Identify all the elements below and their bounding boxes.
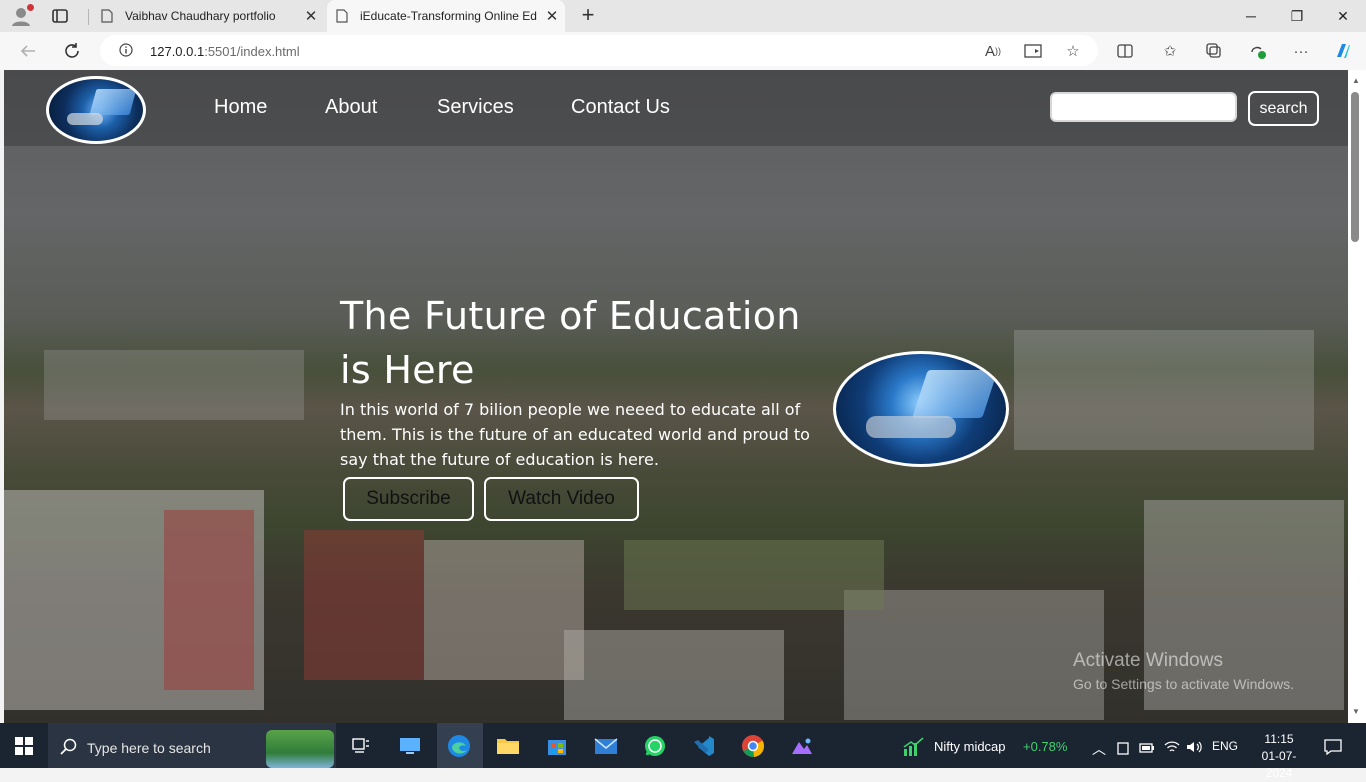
search-icon (60, 738, 77, 755)
back-button[interactable] (14, 37, 42, 65)
taskbar-app-edge[interactable] (443, 730, 475, 762)
taskbar-app-store[interactable] (541, 730, 573, 762)
scroll-down-arrow-icon[interactable]: ▼ (1351, 707, 1361, 717)
stock-change: +0.78% (1023, 739, 1068, 754)
minimize-button[interactable]: ─ (1228, 0, 1274, 32)
tab-portfolio[interactable]: Vaibhav Chaudhary portfolio ✕ (92, 0, 324, 32)
stock-name[interactable]: Nifty midcap (934, 739, 1006, 754)
start-button[interactable] (8, 730, 40, 762)
edge-icon (448, 735, 470, 757)
taskbar-app-file-explorer[interactable] (492, 730, 524, 762)
site-info-icon[interactable] (119, 43, 133, 57)
taskbar-app-mail[interactable] (590, 730, 622, 762)
search-highlight-image (266, 730, 334, 768)
tab-ieducate[interactable]: iEducate-Transforming Online Ed ✕ (327, 0, 565, 32)
tab-title: Vaibhav Chaudhary portfolio (125, 9, 276, 23)
url-path: :5501/index.html (204, 44, 300, 59)
chrome-icon (742, 735, 765, 758)
refresh-icon (65, 43, 79, 58)
hero-title: The Future of Education is Here (340, 294, 801, 392)
nav-home[interactable]: Home (214, 96, 267, 119)
hero-description: In this world of 7 bilion people we neee… (340, 400, 810, 469)
windows-logo-icon (15, 737, 33, 755)
volume-icon[interactable] (1186, 740, 1204, 754)
scroll-up-arrow-icon[interactable]: ▲ (1351, 76, 1361, 86)
battery-icon[interactable] (1139, 742, 1155, 754)
search-input[interactable] (1050, 92, 1237, 122)
whatsapp-icon (645, 736, 665, 756)
tab-separator (88, 9, 89, 25)
nav-about[interactable]: About (325, 96, 377, 119)
taskbar-app-explorer-window[interactable] (394, 730, 426, 762)
profile-notification-dot (27, 4, 34, 11)
close-tab-icon[interactable]: ✕ (539, 7, 565, 25)
copilot-icon[interactable] (1333, 41, 1353, 61)
photos-icon (792, 738, 812, 754)
favorites-icon[interactable]: ✩ (1160, 41, 1180, 61)
page-icon (101, 9, 113, 23)
search-button[interactable]: search (1248, 91, 1319, 126)
meet-now-icon[interactable] (1116, 740, 1130, 756)
computer-icon (400, 738, 420, 754)
wifi-icon[interactable] (1164, 740, 1180, 754)
browser-essentials-icon[interactable] (1248, 41, 1268, 61)
scrollbar-thumb[interactable] (1351, 92, 1359, 242)
taskbar-search-placeholder: Type here to search (87, 740, 211, 756)
split-screen-icon[interactable] (1115, 41, 1135, 61)
refresh-button[interactable] (58, 37, 86, 65)
page-viewport: Home About Services Contact Us search Th… (4, 70, 1348, 723)
maximize-button[interactable]: ❐ (1274, 0, 1320, 32)
laptop-screen-graphic (89, 89, 137, 115)
tab-actions-icon[interactable] (51, 7, 69, 25)
collections-icon[interactable] (1204, 41, 1224, 61)
clock-date: 01-07-2024 (1261, 749, 1297, 780)
back-arrow-icon (20, 45, 35, 57)
close-tab-icon[interactable]: ✕ (298, 7, 324, 25)
taskbar-app-chrome[interactable] (737, 730, 769, 762)
keyboard-graphic (866, 416, 956, 438)
watch-video-button[interactable]: Watch Video (484, 477, 639, 521)
url-host: 127.0.0.1 (150, 44, 205, 59)
laptop-screen-graphic (912, 370, 998, 418)
immersive-reader-icon[interactable] (1023, 41, 1043, 61)
new-tab-button[interactable]: + (576, 4, 600, 28)
clock-time: 11:15 (1264, 732, 1294, 746)
favorite-star-icon[interactable]: ☆ (1063, 41, 1083, 61)
notification-icon[interactable] (1324, 739, 1342, 755)
page-icon (336, 9, 348, 23)
keyboard-graphic (67, 113, 103, 125)
taskbar-app-photos[interactable] (786, 730, 818, 762)
hero-image (833, 351, 1009, 467)
close-window-button[interactable]: ✕ (1320, 0, 1366, 32)
read-aloud-icon[interactable]: A)) (983, 41, 1003, 61)
activate-windows-subtitle: Go to Settings to activate Windows. (1073, 676, 1294, 692)
vscode-icon (694, 736, 714, 756)
site-logo[interactable] (46, 76, 146, 144)
subscribe-button[interactable]: Subscribe (343, 477, 474, 521)
activate-windows-title: Activate Windows (1073, 650, 1223, 671)
taskbar-app-vscode[interactable] (688, 730, 720, 762)
task-view-button[interactable] (345, 730, 377, 762)
url-text[interactable]: 127.0.0.1:5501/index.html (150, 44, 300, 59)
stock-chart-icon (903, 737, 924, 756)
task-view-icon (352, 738, 369, 753)
more-options-icon[interactable]: ··· (1291, 41, 1311, 61)
nav-contact-us[interactable]: Contact Us (571, 96, 670, 119)
show-hidden-icons-chevron-icon[interactable]: ︿ (1092, 739, 1106, 759)
taskbar-clock[interactable]: 11:15 01-07-2024 (1249, 731, 1309, 782)
mail-icon (594, 738, 618, 754)
tab-title: iEducate-Transforming Online Ed (360, 9, 537, 23)
input-language[interactable]: ENG (1212, 739, 1238, 753)
nav-services[interactable]: Services (437, 96, 514, 119)
taskbar-app-whatsapp[interactable] (639, 730, 671, 762)
folder-icon (497, 739, 519, 754)
store-icon (548, 740, 566, 755)
